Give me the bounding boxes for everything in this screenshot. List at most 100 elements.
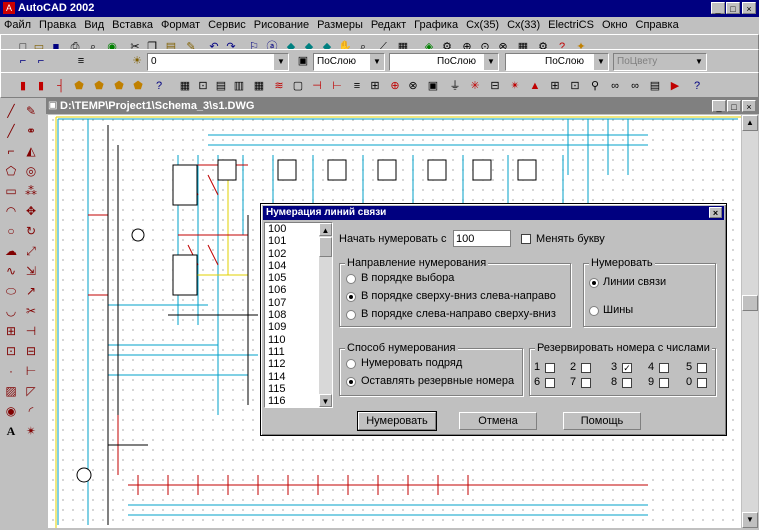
maximize-button[interactable]: □ [726, 2, 740, 14]
reserve-checkbox-9[interactable] [659, 378, 669, 388]
jumper-icon[interactable]: ⊟ [487, 78, 503, 94]
document-icon[interactable]: ▤ [647, 78, 663, 94]
chamfer-icon[interactable]: ◸ [22, 382, 40, 400]
layer-manager-icon[interactable]: ⌐ [33, 53, 49, 69]
menu-help[interactable]: Справка [632, 17, 683, 31]
reserve-checkbox-1[interactable] [545, 363, 555, 373]
node-icon[interactable]: ✳ [467, 78, 483, 94]
region-icon[interactable]: ◉ [2, 402, 20, 420]
scroll-thumb[interactable] [742, 295, 758, 311]
make-layer-current-icon[interactable]: ⌐ [15, 53, 31, 69]
layer-previous-icon[interactable]: ▣ [295, 53, 311, 69]
cancel-button[interactable]: Отмена [459, 412, 537, 430]
radio-wires[interactable] [589, 278, 599, 288]
help-button[interactable]: Помощь [563, 412, 641, 430]
insert-block-icon[interactable]: ⊞ [2, 322, 20, 340]
relay-icon[interactable]: ⬟ [91, 78, 107, 94]
point-icon[interactable]: · [2, 362, 20, 380]
spline-icon[interactable]: ∿ [2, 262, 20, 280]
reserve-checkbox-7[interactable] [581, 378, 591, 388]
radio-left-right-top-down[interactable] [346, 310, 356, 320]
line-icon[interactable]: ╱ [2, 102, 20, 120]
electrics-help-icon[interactable]: ? [151, 78, 167, 94]
autocad-app-icon[interactable]: A [3, 2, 15, 14]
grid-icon[interactable]: ▦ [177, 78, 193, 94]
mirror-icon[interactable]: ◭ [22, 142, 40, 160]
drawing-minimize-button[interactable]: _ [712, 100, 726, 112]
lineweight-combo[interactable]: ПоСлою ▼ [505, 53, 609, 71]
xline-icon[interactable]: ╱ [2, 122, 20, 140]
settings-icon[interactable]: ? [689, 78, 705, 94]
color-combo[interactable]: ПоСлою ▼ [313, 53, 385, 71]
explode-icon[interactable]: ✴ [22, 422, 40, 440]
numbering-icon[interactable]: ✴ [507, 78, 523, 94]
arc-icon[interactable]: ◠ [2, 202, 20, 220]
reserve-checkbox-4[interactable] [659, 363, 669, 373]
hatch-icon[interactable]: ▨ [2, 382, 20, 400]
check-icon[interactable]: ⊡ [567, 78, 583, 94]
cable-icon[interactable]: ≡ [349, 78, 365, 94]
numerate-button[interactable]: Нумеровать [357, 411, 437, 431]
menu-dimension[interactable]: Размеры [313, 17, 367, 31]
layer-freeze-icon[interactable]: ☀ [129, 53, 145, 69]
menu-sch33[interactable]: Сх(33) [503, 17, 544, 31]
move-icon[interactable]: ✥ [22, 202, 40, 220]
dialog-close-button[interactable]: × [709, 207, 722, 218]
electric-device-icon[interactable]: ▮ [33, 78, 49, 94]
switch-icon[interactable]: ⊢ [329, 78, 345, 94]
menu-format[interactable]: Формат [157, 17, 204, 31]
radio-sequential[interactable] [346, 359, 356, 369]
reserve-checkbox-8[interactable] [622, 378, 632, 388]
stretch-icon[interactable]: ⇲ [22, 262, 40, 280]
erase-icon[interactable]: ✎ [22, 102, 40, 120]
menu-tools[interactable]: Сервис [204, 17, 250, 31]
offset-icon[interactable]: ◎ [22, 162, 40, 180]
ellipse-arc-icon[interactable]: ◡ [2, 302, 20, 320]
terminal-icon[interactable]: ⬟ [111, 78, 127, 94]
radio-buses[interactable] [589, 306, 599, 316]
drawing-maximize-button[interactable]: □ [727, 100, 741, 112]
binoculars-icon[interactable]: ∞ [607, 78, 623, 94]
revcloud-icon[interactable]: ☁ [2, 242, 20, 260]
sheet-icon[interactable]: ▢ [290, 78, 306, 94]
project-icon[interactable]: ▶ [667, 78, 683, 94]
extend-icon[interactable]: ⊣ [22, 322, 40, 340]
scale-icon[interactable]: ⤢ [22, 242, 40, 260]
ground-icon[interactable]: ⏚ [447, 78, 463, 94]
make-block-icon[interactable]: ⊡ [2, 342, 20, 360]
motor-icon[interactable]: ⊕ [387, 78, 403, 94]
menu-sch35[interactable]: Сх(35) [462, 17, 503, 31]
lamp-icon[interactable]: ⊗ [405, 78, 421, 94]
coil-icon[interactable]: ▣ [425, 78, 441, 94]
drawing-close-button[interactable]: × [742, 100, 756, 112]
change-letter-checkbox[interactable] [521, 234, 531, 244]
break-at-point-icon[interactable]: ⊢ [22, 362, 40, 380]
reserve-checkbox-3[interactable]: ✓ [622, 363, 632, 373]
reserve-checkbox-5[interactable] [697, 363, 707, 373]
wire-number-list[interactable]: 100 101 102 104 105 106 107 108 109 110 … [264, 222, 333, 408]
copy-object-icon[interactable]: ⚭ [22, 122, 40, 140]
radio-top-down-left-right[interactable] [346, 292, 356, 302]
reserve-checkbox-2[interactable] [581, 363, 591, 373]
marker-icon[interactable]: ▲ [527, 78, 543, 94]
drawing-vertical-scrollbar[interactable]: ▲ ▼ [742, 115, 758, 528]
menu-insert[interactable]: Вставка [108, 17, 157, 31]
menu-draw[interactable]: Рисование [250, 17, 313, 31]
fillet-icon[interactable]: ◜ [22, 402, 40, 420]
circle-icon[interactable]: ○ [2, 222, 20, 240]
replace-icon[interactable]: ∞ [627, 78, 643, 94]
table-icon[interactable]: ▤ [213, 78, 229, 94]
find-icon[interactable]: ⚲ [587, 78, 603, 94]
polygon-icon[interactable]: ⬠ [2, 162, 20, 180]
drawing-doc-icon[interactable]: ▣ [48, 100, 57, 111]
rotate-icon[interactable]: ↻ [22, 222, 40, 240]
array-icon[interactable]: ⁂ [22, 182, 40, 200]
start-number-input[interactable] [453, 230, 511, 247]
electric-symbol-icon[interactable]: ▮ [15, 78, 31, 94]
ellipse-icon[interactable]: ⬭ [2, 282, 20, 300]
radio-keep-reserved[interactable] [346, 377, 356, 387]
wire-icon[interactable]: ┤ [53, 78, 69, 94]
signal-icon[interactable]: ≋ [271, 78, 287, 94]
minimize-button[interactable]: _ [711, 2, 725, 14]
list-scroll-down-button[interactable]: ▼ [319, 394, 332, 407]
